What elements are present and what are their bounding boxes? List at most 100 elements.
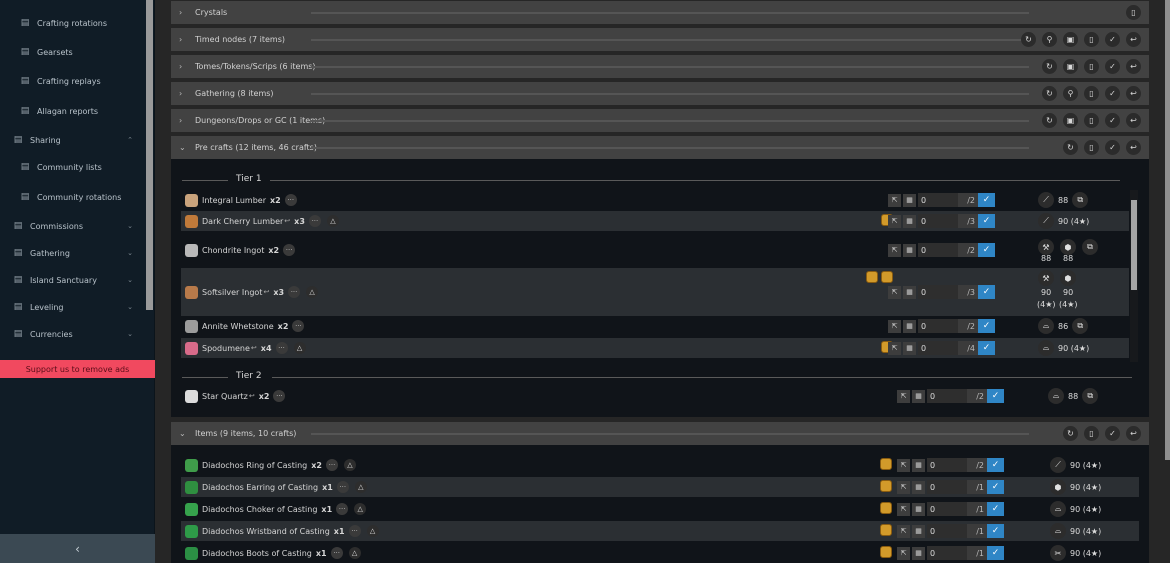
- panel-action-button[interactable]: ▯: [1084, 426, 1099, 441]
- crafter-job-icon[interactable]: ⌓: [1048, 388, 1064, 404]
- sidebar-item-leveling[interactable]: ▤ Leveling ⌄: [0, 296, 145, 318]
- crafter-job-icon[interactable]: ⬢: [1050, 479, 1066, 495]
- more-options-icon[interactable]: ···: [283, 244, 296, 256]
- done-amount-input[interactable]: 0: [927, 502, 967, 516]
- item-name-link[interactable]: Dark Cherry Lumber: [202, 217, 283, 226]
- sidebar-item-crafting-rotations[interactable]: ▤ Crafting rotations: [0, 12, 145, 34]
- crafter-job-icon[interactable]: ✂: [1050, 545, 1066, 561]
- mark-done-button[interactable]: ✓: [978, 193, 995, 207]
- sidebar-item-crafting-replays[interactable]: ▤ Crafting replays: [0, 70, 145, 92]
- panel-action-button[interactable]: ✓: [1105, 140, 1120, 155]
- copy-button[interactable]: ▦: [912, 480, 925, 494]
- more-options-icon[interactable]: ···: [292, 320, 305, 332]
- copy-macro-icon[interactable]: ⧉: [1082, 239, 1098, 255]
- sidebar-item-sharing[interactable]: ▤ Sharing ⌃: [0, 129, 145, 151]
- sidebar-item-currencies[interactable]: ▤ Currencies ⌄: [0, 323, 145, 345]
- done-amount-input[interactable]: 0: [918, 243, 958, 257]
- main-scrollbar[interactable]: [1165, 0, 1170, 460]
- panel-action-button[interactable]: ▣: [1063, 113, 1078, 128]
- copy-button[interactable]: ▦: [903, 285, 916, 299]
- copy-button[interactable]: ▦: [912, 524, 925, 538]
- sidebar-item-community-lists[interactable]: ▤ Community lists: [0, 156, 145, 178]
- more-options-icon[interactable]: ···: [336, 503, 349, 515]
- done-amount-input[interactable]: 0: [927, 458, 967, 472]
- mark-done-button[interactable]: ✓: [978, 285, 995, 299]
- panel-action-button[interactable]: ↩: [1126, 426, 1141, 441]
- warning-icon[interactable]: △: [354, 503, 367, 515]
- vendor-coin-icon[interactable]: [866, 271, 878, 283]
- sidebar-item-allagan-reports[interactable]: ▤ Allagan reports: [0, 100, 145, 122]
- more-options-icon[interactable]: ···: [275, 342, 288, 354]
- item-name-link[interactable]: Integral Lumber: [202, 196, 266, 205]
- item-name-link[interactable]: Star Quartz: [202, 392, 248, 401]
- panel-header-1[interactable]: › Timed nodes (7 items) ↻ ⚲ ▣ ▯ ✓ ↩: [171, 28, 1149, 51]
- panel-header-3[interactable]: › Gathering (8 items) ↻ ⚲ ▯ ✓ ↩: [171, 82, 1149, 105]
- mark-done-button[interactable]: ✓: [978, 243, 995, 257]
- mark-done-button[interactable]: ✓: [987, 524, 1004, 538]
- copy-button[interactable]: ▦: [903, 243, 916, 257]
- item-name-link[interactable]: Chondrite Ingot: [202, 246, 264, 255]
- copy-button[interactable]: ▦: [903, 214, 916, 228]
- panel-action-button[interactable]: ⚲: [1042, 32, 1057, 47]
- panel-header-4[interactable]: › Dungeons/Drops or GC (1 items) ↻ ▣ ▯ ✓ ↩: [171, 109, 1149, 132]
- open-link-button[interactable]: ⇱: [888, 319, 901, 333]
- sidebar-scrollbar[interactable]: [146, 0, 153, 310]
- done-amount-input[interactable]: 0: [918, 285, 958, 299]
- done-amount-input[interactable]: 0: [927, 389, 967, 403]
- vendor-coin-icon[interactable]: [880, 546, 892, 558]
- crafter-job-icon[interactable]: ⬢: [1060, 270, 1076, 286]
- crafter-job-icon[interactable]: ⚒: [1038, 270, 1054, 286]
- panel-header-0[interactable]: › Crystals ▯: [171, 1, 1149, 24]
- crafter-job-icon[interactable]: ⬢: [1060, 239, 1076, 255]
- panel-action-button[interactable]: ↻: [1042, 86, 1057, 101]
- copy-button[interactable]: ▦: [912, 458, 925, 472]
- panel-action-button[interactable]: ↩: [1126, 140, 1141, 155]
- done-amount-input[interactable]: 0: [918, 193, 958, 207]
- crafter-job-icon[interactable]: ⌓: [1038, 318, 1054, 334]
- mark-done-button[interactable]: ✓: [978, 341, 995, 355]
- done-amount-input[interactable]: 0: [927, 480, 967, 494]
- scrollbar-thumb[interactable]: [1131, 200, 1137, 290]
- sidebar-item-commissions[interactable]: ▤ Commissions ⌄: [0, 215, 145, 237]
- open-link-button[interactable]: ⇱: [897, 524, 910, 538]
- warning-icon[interactable]: △: [354, 481, 367, 493]
- panel-action-button[interactable]: ▯: [1084, 59, 1099, 74]
- warning-icon[interactable]: △: [366, 525, 379, 537]
- crafter-job-icon[interactable]: ⟋: [1050, 457, 1066, 473]
- copy-button[interactable]: ▦: [903, 193, 916, 207]
- panel-header-6[interactable]: ⌄ Items (9 items, 10 crafts) ↻ ▯ ✓ ↩: [171, 422, 1149, 445]
- panel-header-5[interactable]: ⌄ Pre crafts (12 items, 46 crafts) ↻ ▯ ✓ ↩: [171, 136, 1149, 159]
- panel-action-button[interactable]: ✓: [1105, 32, 1120, 47]
- done-amount-input[interactable]: 0: [927, 524, 967, 538]
- open-link-button[interactable]: ⇱: [897, 389, 910, 403]
- done-amount-input[interactable]: 0: [918, 341, 958, 355]
- sidebar-item-island-sanctuary[interactable]: ▤ Island Sanctuary ⌄: [0, 269, 145, 291]
- sidebar-item-gathering[interactable]: ▤ Gathering ⌄: [0, 242, 145, 264]
- panel-action-button[interactable]: ↻: [1042, 113, 1057, 128]
- item-name-link[interactable]: Annite Whetstone: [202, 322, 274, 331]
- open-link-button[interactable]: ⇱: [888, 243, 901, 257]
- copy-button[interactable]: ▦: [903, 341, 916, 355]
- vendor-coin-icon[interactable]: [880, 458, 892, 470]
- open-link-button[interactable]: ⇱: [897, 502, 910, 516]
- copy-button[interactable]: ▦: [912, 546, 925, 560]
- more-options-icon[interactable]: ···: [336, 481, 349, 493]
- warning-icon[interactable]: △: [348, 547, 361, 559]
- warning-icon[interactable]: △: [326, 215, 339, 227]
- sidebar-item-gearsets[interactable]: ▤ Gearsets: [0, 41, 145, 63]
- more-options-icon[interactable]: ···: [308, 215, 321, 227]
- crafter-job-icon[interactable]: ⌓: [1050, 501, 1066, 517]
- mark-done-button[interactable]: ✓: [978, 214, 995, 228]
- warning-icon[interactable]: △: [306, 286, 319, 298]
- copy-macro-icon[interactable]: ⧉: [1082, 388, 1099, 404]
- more-options-icon[interactable]: ···: [325, 459, 338, 471]
- panel-action-button[interactable]: ↻: [1021, 32, 1036, 47]
- panel-action-button[interactable]: ↩: [1126, 113, 1141, 128]
- copy-button[interactable]: ▦: [912, 389, 925, 403]
- more-options-icon[interactable]: ···: [273, 390, 286, 402]
- more-options-icon[interactable]: ···: [330, 547, 343, 559]
- panel-action-button[interactable]: ▯: [1084, 140, 1099, 155]
- panel-action-button[interactable]: ✓: [1105, 86, 1120, 101]
- panel-action-button[interactable]: ▣: [1063, 59, 1078, 74]
- done-amount-input[interactable]: 0: [927, 546, 967, 560]
